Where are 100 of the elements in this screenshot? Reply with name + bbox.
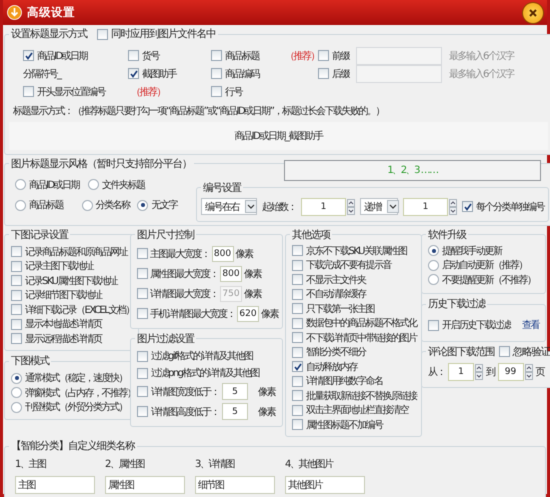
checkbox[interactable] (428, 320, 439, 331)
checkbox[interactable] (292, 361, 303, 372)
radio-button[interactable] (137, 200, 148, 211)
spin-arrows-icon[interactable] (449, 198, 457, 214)
option-label: 商品标题 (29, 198, 63, 212)
option-label: 后缀 (332, 68, 349, 80)
option-label: 货号 (142, 50, 159, 62)
spin-arrows-icon[interactable] (347, 198, 355, 214)
option-label: 记录SKU属性图下载地址 (25, 274, 117, 288)
checkbox[interactable] (318, 50, 329, 61)
number-field[interactable]: 1 (301, 198, 346, 216)
checkbox[interactable] (11, 290, 22, 301)
checkbox[interactable] (292, 245, 303, 256)
input-field[interactable]: 属性图 (105, 476, 185, 494)
radio-button[interactable] (428, 245, 439, 256)
spin-arrows-icon[interactable] (524, 364, 532, 380)
option-label: 显示本地描述详情页 (25, 318, 102, 332)
checkbox[interactable] (292, 288, 303, 300)
option-label: 详情图宽度低于： (151, 386, 219, 398)
checkbox[interactable] (211, 68, 222, 79)
view-link[interactable]: 查看 (522, 318, 539, 332)
checkbox[interactable] (137, 386, 148, 397)
number-field[interactable]: 1 (448, 362, 474, 380)
input-field[interactable] (356, 46, 442, 64)
radio-button[interactable] (11, 387, 22, 398)
radio-button[interactable] (82, 200, 93, 211)
option-label: 文件夹标题 (102, 178, 144, 192)
spin-arrows-icon[interactable] (475, 364, 483, 380)
checkbox[interactable] (137, 268, 148, 279)
option-label: 详情图最大宽度： (150, 288, 218, 300)
input-field[interactable]: 其他图片 (285, 476, 365, 494)
checkbox[interactable] (97, 28, 108, 40)
checkbox[interactable] (128, 68, 139, 79)
number-field[interactable]: 800 (212, 246, 234, 262)
checkbox[interactable] (498, 346, 510, 357)
checkbox[interactable] (11, 246, 22, 258)
checkbox[interactable] (292, 376, 303, 387)
input-field[interactable]: 细节图 (195, 476, 275, 494)
option-label: 过滤png格式的详情及其他图 (151, 366, 260, 380)
checkbox[interactable] (292, 346, 303, 358)
input-field[interactable]: 主图 (15, 476, 95, 494)
checkbox[interactable] (23, 50, 34, 61)
radio-button[interactable] (15, 200, 26, 211)
recommended-tag: （推荐） (285, 48, 319, 62)
checkbox[interactable] (292, 390, 303, 402)
radio-button[interactable] (11, 372, 22, 384)
dropdown-caret-icon[interactable] (387, 200, 399, 213)
start-label: 起始数： (262, 200, 296, 214)
category-label: 1、主图 (15, 458, 47, 471)
checkbox[interactable] (211, 86, 222, 97)
checkbox[interactable] (211, 50, 222, 61)
number-field[interactable]: 800 (220, 266, 242, 282)
option-label: 刊登模式（外贸分类方式） (25, 400, 127, 414)
input-field[interactable] (356, 64, 442, 82)
checkbox[interactable] (23, 86, 34, 97)
radio-button[interactable] (428, 274, 439, 286)
checkbox[interactable] (318, 68, 329, 79)
checkbox[interactable] (11, 260, 22, 272)
checkbox[interactable] (137, 308, 148, 319)
checkbox[interactable] (11, 333, 22, 344)
number-field[interactable]: 620 (237, 306, 259, 322)
checkbox[interactable] (462, 201, 473, 212)
position-dropdown[interactable]: 编号在右 (201, 198, 257, 215)
radio-button[interactable] (428, 260, 439, 271)
number-field[interactable]: 1 (403, 198, 448, 216)
checkbox[interactable] (292, 404, 303, 416)
radio-button[interactable] (11, 402, 22, 413)
checkbox[interactable] (11, 275, 22, 286)
close-icon[interactable] (528, 8, 538, 18)
checkbox[interactable] (292, 332, 303, 344)
checkbox[interactable] (292, 303, 303, 314)
checkbox[interactable] (292, 260, 303, 271)
option-label: 开头显示位置编号 (37, 86, 105, 98)
checkbox[interactable] (11, 304, 22, 316)
option-label: 详细下载记录（EXCEL文档） (25, 304, 134, 317)
checkbox[interactable] (128, 50, 139, 61)
checkbox[interactable] (292, 318, 303, 329)
option-label: 行号 (225, 86, 242, 98)
option-label: 提醒我手动更新 (442, 244, 502, 258)
number-field[interactable]: 99 (498, 362, 524, 380)
to-label: 到 (486, 366, 494, 378)
radio-button[interactable] (88, 179, 99, 190)
checkbox[interactable] (137, 368, 148, 378)
option-label: 记录商品标题和原商品网址 (25, 246, 127, 259)
close-button[interactable] (523, 2, 543, 22)
checkbox[interactable] (11, 318, 22, 330)
checkbox[interactable] (137, 350, 148, 362)
checkbox[interactable] (137, 248, 148, 259)
option-label: 主图最大宽度： (150, 248, 210, 260)
number-field[interactable]: 5 (222, 403, 248, 420)
option-label: 无文字 (151, 198, 177, 212)
mode-dropdown[interactable]: 递增 (360, 198, 398, 215)
checkbox[interactable] (137, 406, 148, 417)
checkbox[interactable] (292, 274, 303, 286)
number-field[interactable]: 5 (222, 383, 248, 400)
download-icon (7, 5, 22, 20)
checkbox[interactable] (292, 419, 303, 430)
option-label: 详情图用纯数字命名 (306, 374, 382, 388)
radio-button[interactable] (15, 179, 26, 190)
dropdown-caret-icon[interactable] (245, 200, 257, 213)
